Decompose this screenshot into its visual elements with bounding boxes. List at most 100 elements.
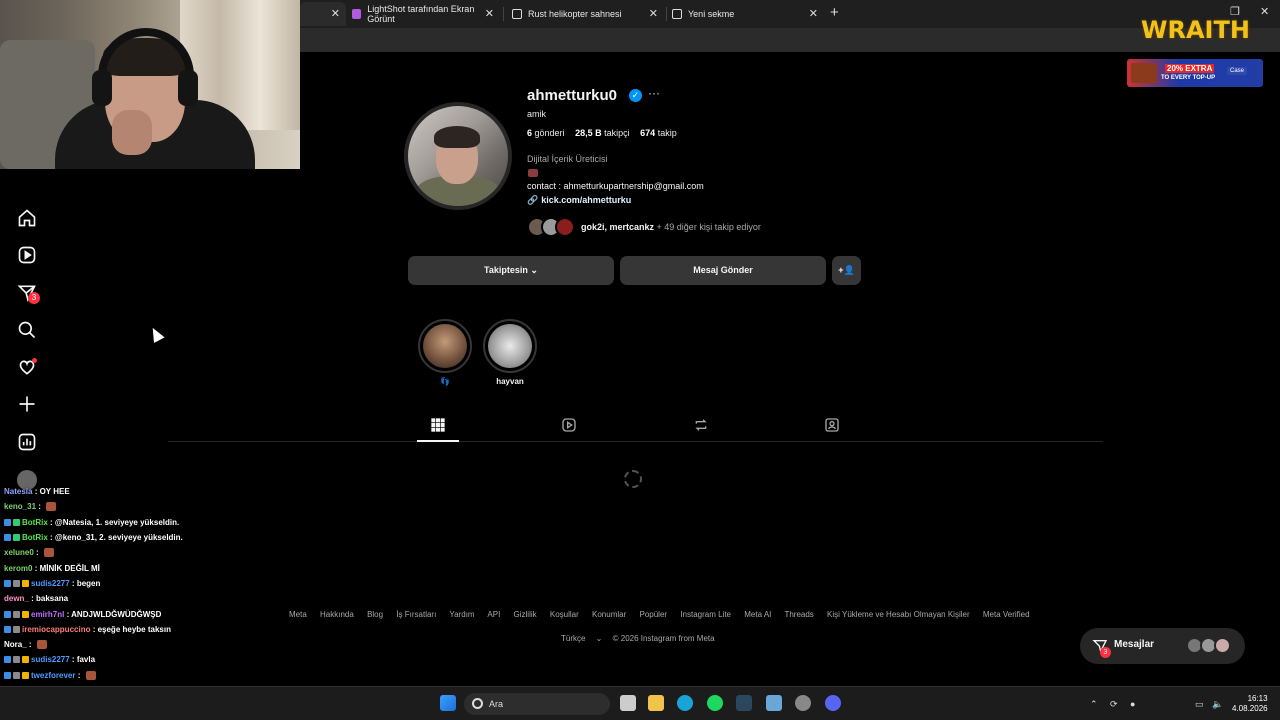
tabs-divider [168,441,1103,442]
footer-link[interactable]: Koşullar [550,610,579,619]
chat-message: dewn_ : baksana [0,591,310,606]
footer-link[interactable]: Meta AI [744,610,771,619]
more-options-icon[interactable]: ··· [648,86,660,100]
steam-icon[interactable] [736,695,752,711]
chat-text: : eşeğe heybe taksın [90,624,171,634]
send-message-button[interactable]: Mesaj Gönder [620,256,826,285]
steam-tray-icon[interactable]: ● [1130,699,1140,709]
profile-link[interactable]: 🔗 kick.com/ahmetturku [527,195,631,206]
tab-new[interactable]: Yeni sekme ✕ [666,2,824,26]
footer-link[interactable]: Threads [784,610,813,619]
chat-message: iremiocappuccino : eşeğe heybe taksın [0,622,310,637]
tab-active[interactable]: ✕ [300,2,346,26]
create-icon[interactable] [17,394,37,414]
close-icon[interactable]: ✕ [649,7,658,20]
footer-link[interactable]: API [487,610,500,619]
profile-avatar[interactable] [404,102,512,210]
chat-badge-icon [4,579,11,587]
footer-link[interactable]: Meta Verified [983,610,1030,619]
chat-badge-icon [13,671,20,679]
network-icon[interactable]: ▭ [1195,699,1205,709]
chat-username[interactable]: kerom0 [4,564,32,573]
spotify-icon[interactable] [707,695,723,711]
ad-subline: TO EVERY TOP-UP [1161,75,1216,81]
chat-badge-icon [4,625,11,633]
search-icon[interactable] [17,320,37,340]
chat-username[interactable]: BotRix [22,518,48,527]
highlight-item[interactable]: 👣 [418,319,472,386]
language-select[interactable]: Türkçe ⌄ [561,634,602,643]
posts-grid-icon[interactable] [430,417,446,433]
chat-emote-icon [85,670,96,680]
chat-username[interactable]: sudis2277 [31,579,70,588]
chat-username[interactable]: Natesia [4,487,32,496]
posts-stat[interactable]: 6 gönderi [527,128,565,138]
volume-icon[interactable]: 🔈 [1212,699,1223,709]
chat-username[interactable]: emirh7nl [31,610,64,619]
footer-link[interactable]: Yardım [449,610,474,619]
newtab-icon [672,9,682,19]
chat-badge-icon [13,518,20,526]
chat-username[interactable]: keno_31 [4,502,36,511]
folder-icon[interactable] [648,695,664,711]
followers-stat[interactable]: 28,5 B takipçi [575,128,630,138]
tab-label: LightShot tarafından Ekran Görünt [367,4,475,24]
following-stat[interactable]: 674 takip [640,128,677,138]
megaphone-emoji-icon [528,169,538,177]
add-person-icon[interactable]: +👤 [832,256,861,285]
footer-link[interactable]: Blog [367,610,383,619]
home-icon[interactable] [17,208,37,228]
footer-link[interactable]: Hakkında [320,610,354,619]
close-window-icon[interactable]: ✕ [1260,5,1269,18]
chat-username[interactable]: Nora_ [4,640,27,649]
ad-banner[interactable]: 20% EXTRA TO EVERY TOP-UP Case [1127,59,1263,87]
app-icon[interactable] [795,695,811,711]
reposts-tab-icon[interactable] [693,417,709,433]
footer-link[interactable]: Kişi Yükleme ve Hesabı Olmayan Kişiler [827,610,970,619]
chevron-down-icon: ⌄ [530,265,538,275]
chat-username[interactable]: dewn_ [4,594,29,603]
chat-text: : begen [69,578,101,588]
chat-username[interactable]: iremiocappuccino [22,625,90,634]
footer-link[interactable]: Popüler [640,610,668,619]
dashboard-icon[interactable] [17,432,37,452]
chat-message: twezforever : [0,668,310,683]
chat-username[interactable]: sudis2277 [31,655,70,664]
taskbar-search[interactable]: Ara [464,693,610,715]
task-view-icon[interactable] [620,695,636,711]
chat-badge-icon [4,671,11,679]
close-icon[interactable]: ✕ [809,7,818,20]
avatar [555,217,575,237]
tab-lightshot[interactable]: LightShot tarafından Ekran Görünt ✕ [346,2,500,26]
reels-tab-icon[interactable] [561,417,577,433]
settings-icon[interactable] [766,695,782,711]
footer-link[interactable]: Instagram Lite [680,610,731,619]
footer-link[interactable]: Konumlar [592,610,626,619]
tab-rust[interactable]: Rust helikopter sahnesi ✕ [506,2,664,26]
chat-username[interactable]: xelune0 [4,548,34,557]
discord-icon[interactable] [825,695,841,711]
chevron-up-icon[interactable]: ⌃ [1090,699,1100,709]
chat-username[interactable]: twezforever [31,671,75,680]
windows-start-icon[interactable] [440,695,456,711]
messages-button[interactable]: 3 Mesajlar [1080,628,1245,664]
reels-icon[interactable] [17,245,37,265]
wraith-logo: WRAITH [1141,16,1250,44]
footer-link[interactable]: Gizlilik [514,610,537,619]
new-tab-button[interactable]: + [830,4,839,21]
chat-username[interactable]: BotRix [22,533,48,542]
chat-badge-icon [4,656,11,664]
chat-message: xelune0 : [0,545,310,560]
close-icon[interactable]: ✕ [331,7,340,20]
edge-icon[interactable] [677,695,693,711]
chat-badge-icon [13,625,20,633]
taskbar-clock[interactable]: 16:13 4.08.2026 [1232,694,1268,714]
chat-text: : baksana [28,594,69,604]
close-icon[interactable]: ✕ [485,7,494,20]
followed-by[interactable]: gok2i, mertcankz + 49 diğer kişi takip e… [527,216,761,238]
sync-icon[interactable]: ⟳ [1110,699,1120,709]
following-button[interactable]: Takiptesin ⌄ [408,256,614,285]
tagged-tab-icon[interactable] [824,417,840,433]
highlight-item[interactable]: hayvan [483,319,537,386]
footer-link[interactable]: İş Fırsatları [396,610,436,619]
